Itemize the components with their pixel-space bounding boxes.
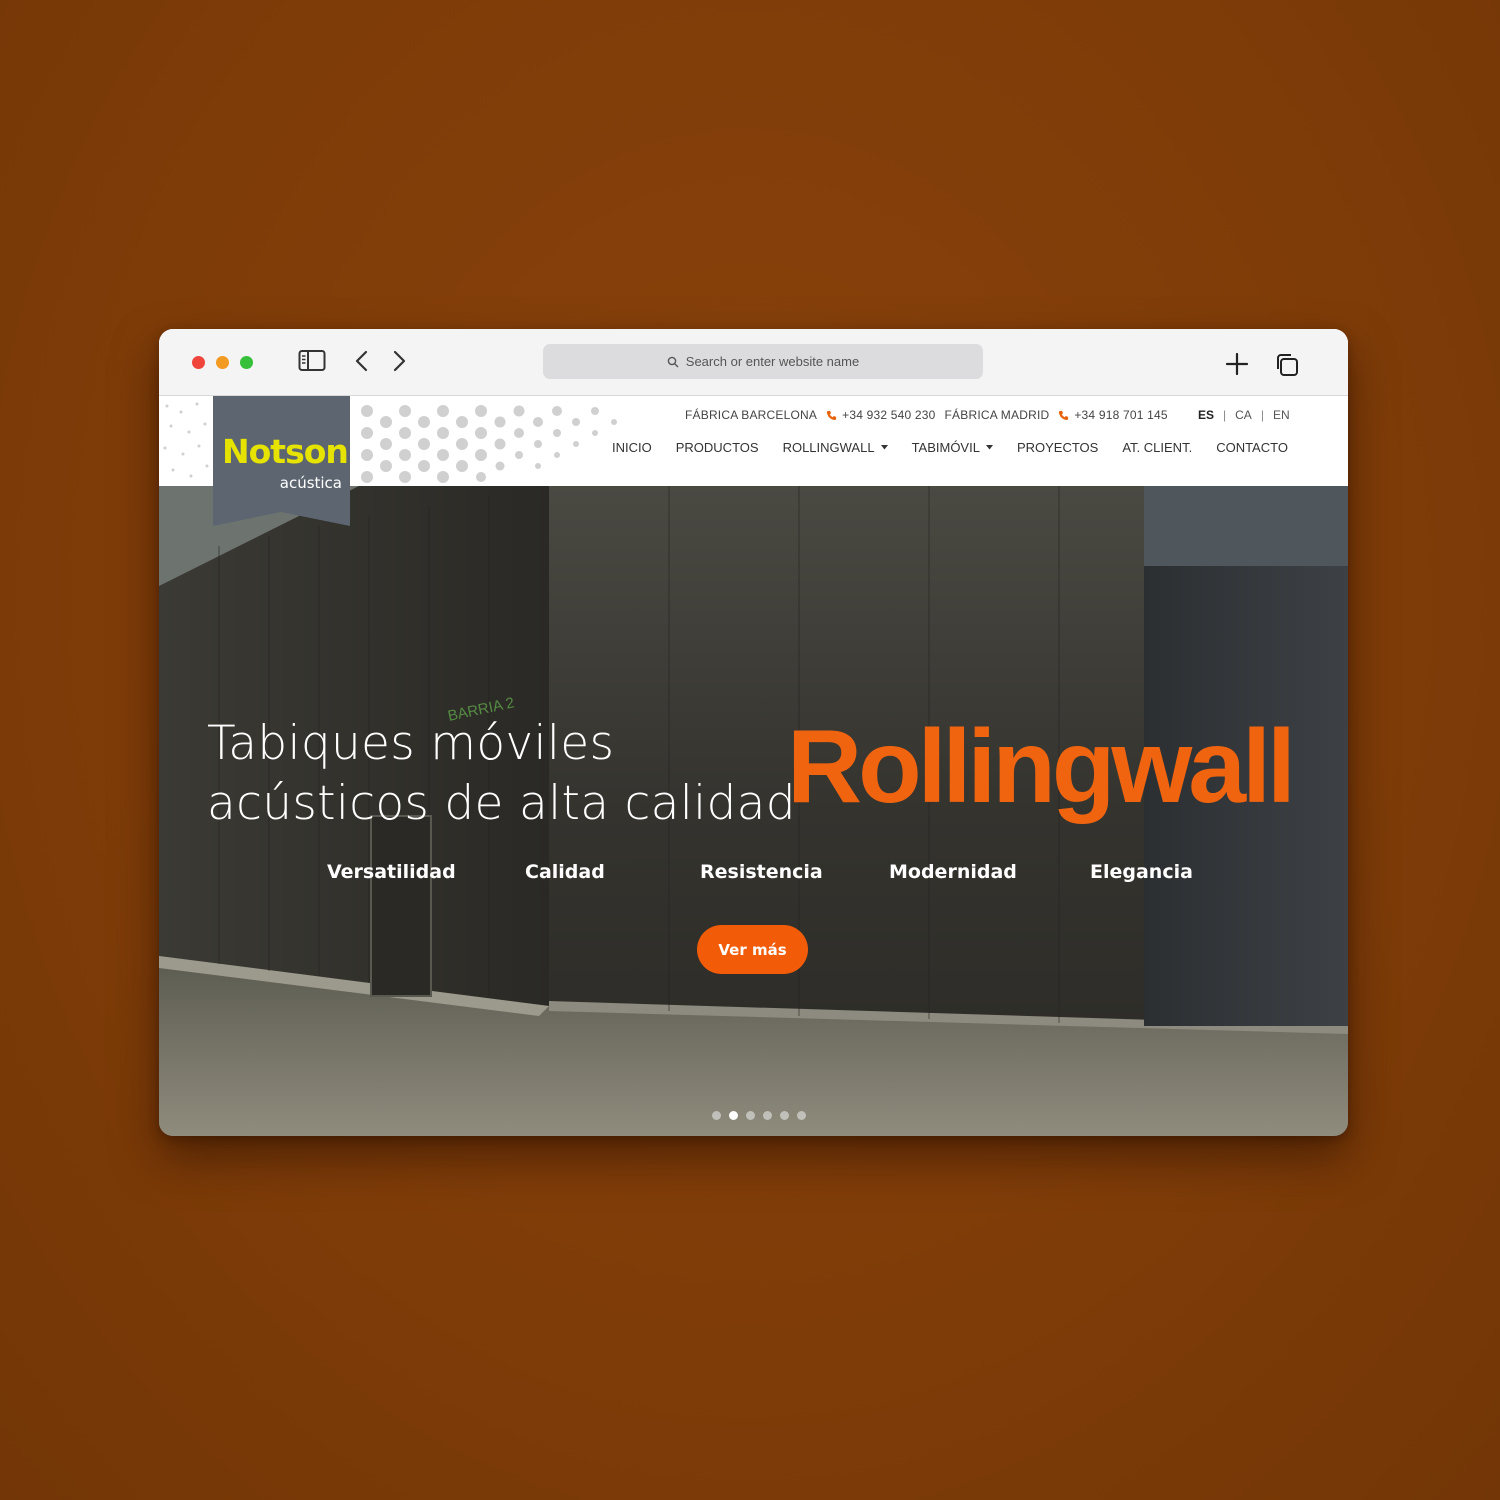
decorative-dots-left [163,402,209,478]
back-arrow-icon[interactable] [354,349,370,373]
barcelona-label: FÁBRICA BARCELONA [685,408,818,422]
hero-headline-line1: Tabiques móviles [207,716,615,771]
address-bar[interactable]: Search or enter website name [543,344,983,379]
minimize-window-button[interactable] [216,356,229,369]
hero-headline-line2: acústicos de alta calidad [207,776,796,831]
nav-rollingwall-label: ROLLINGWALL [782,440,875,455]
close-window-button[interactable] [192,356,205,369]
main-nav: INICIO PRODUCTOS ROLLINGWALL TABIMÓVIL P… [612,440,1312,455]
ver-mas-button[interactable]: Ver más [697,925,808,974]
new-tab-plus-icon[interactable] [1225,352,1249,376]
caret-down-icon [880,445,888,450]
feature-item: Elegancia [1090,861,1193,883]
lang-es[interactable]: ES [1198,408,1214,422]
nav-rollingwall[interactable]: ROLLINGWALL [783,440,888,455]
address-placeholder: Search or enter website name [685,354,860,369]
maximize-window-button[interactable] [240,356,253,369]
nav-tabimovil-label: TABIMÓVIL [911,440,980,455]
feature-item: Resistencia [700,861,823,883]
decorative-dots-halftone [361,405,617,483]
hero-brand-title: Rollingwall [787,709,1296,825]
forward-arrow-icon[interactable] [391,349,407,373]
slide-dot[interactable] [712,1111,721,1120]
madrid-label: FÁBRICA MADRID [944,408,1050,422]
slide-dot[interactable] [746,1111,755,1120]
phone-icon [827,410,837,420]
lang-separator: | [1260,408,1264,422]
hero-slider: BARRIA 2 Tabiques móviles acústicos de a… [159,486,1348,1136]
browser-toolbar: Search or enter website name [159,329,1348,396]
caret-down-icon [985,445,993,450]
slide-dot-active[interactable] [729,1111,738,1120]
notson-logo[interactable] [213,396,350,526]
barcelona-phone[interactable]: +34 932 540 230 [842,408,935,422]
sidebar-icon[interactable] [298,349,326,373]
hero-headline: Tabiques móviles acústicos de alta calid… [207,714,796,834]
tabs-overview-icon[interactable] [1274,352,1300,378]
slide-dot[interactable] [797,1111,806,1120]
phone-icon [1059,410,1069,420]
lang-ca[interactable]: CA [1235,408,1252,422]
feature-item: Modernidad [889,861,1017,883]
lang-separator: | [1223,408,1227,422]
feature-item: Calidad [525,861,605,883]
browser-window: Search or enter website name FÁBRICA BAR… [159,329,1348,1136]
feature-item: Versatilidad [327,861,456,883]
nav-proyectos[interactable]: PROYECTOS [1017,440,1098,455]
nav-productos[interactable]: PRODUCTOS [676,440,759,455]
language-switcher: ES | CA | EN [1198,408,1290,422]
slide-dot[interactable] [780,1111,789,1120]
nav-at-client[interactable]: AT. CLIENT. [1122,440,1192,455]
search-icon [667,356,679,367]
nav-tabimovil[interactable]: TABIMÓVIL [912,440,993,455]
lang-en[interactable]: EN [1273,408,1290,422]
nav-contacto[interactable]: CONTACTO [1216,440,1288,455]
madrid-phone[interactable]: +34 918 701 145 [1074,408,1167,422]
nav-inicio[interactable]: INICIO [612,440,652,455]
slider-pagination [712,1111,806,1120]
contact-bar: FÁBRICA BARCELONA +34 932 540 230 FÁBRIC… [685,408,1168,422]
slide-dot[interactable] [763,1111,772,1120]
